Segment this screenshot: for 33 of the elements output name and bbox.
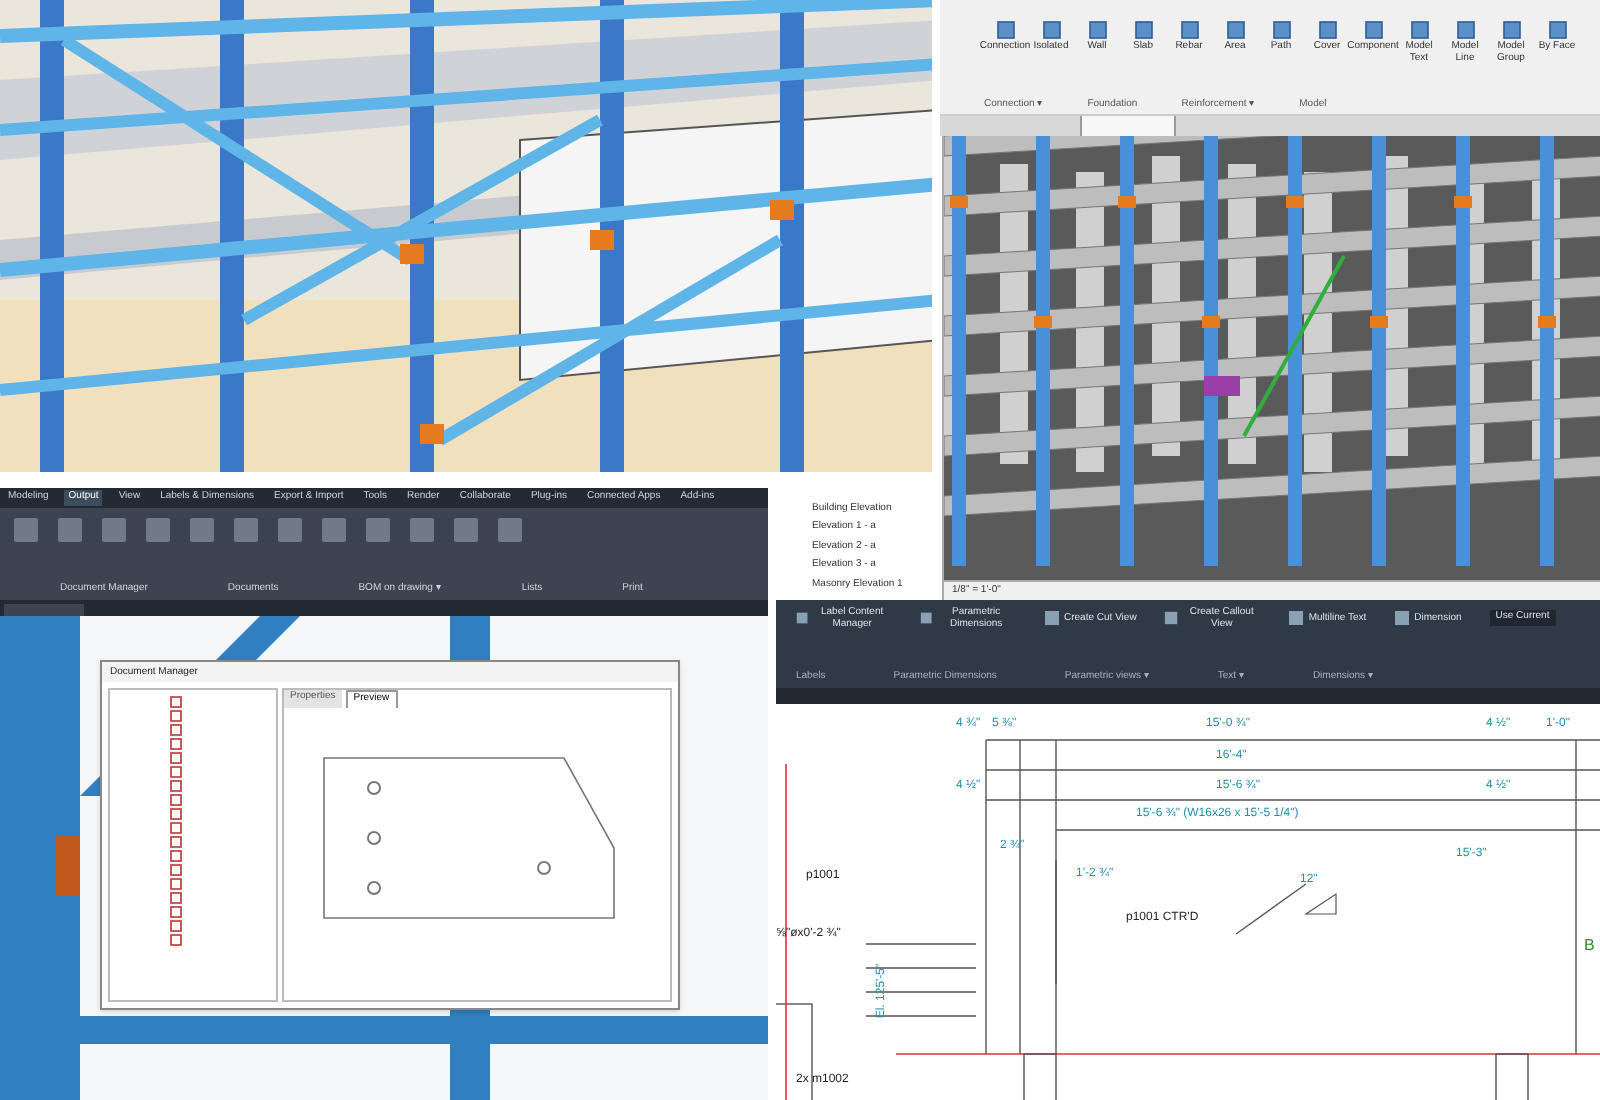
tool-icon (276, 516, 304, 544)
tool-icon (1547, 20, 1567, 40)
section-mark: B (1584, 936, 1595, 954)
tool-icon (1317, 20, 1337, 40)
tool-icon (144, 516, 172, 544)
tool-icon (12, 516, 40, 544)
tool-icon (1394, 610, 1411, 626)
tool-icon (1164, 610, 1179, 626)
tool-icon (408, 516, 436, 544)
tool-icon (496, 516, 524, 544)
tool-icon (1087, 20, 1107, 40)
tool-icon (1271, 20, 1291, 40)
tool-icon (1363, 20, 1383, 40)
tool-icon (1501, 20, 1521, 40)
tool-icon (56, 516, 84, 544)
tool-icon (364, 516, 392, 544)
tool-icon (796, 610, 809, 626)
tool-icon (995, 20, 1015, 40)
tool-icon (1041, 20, 1061, 40)
tool-icon (1409, 20, 1429, 40)
tool-icon (1133, 20, 1153, 40)
tool-icon (452, 516, 480, 544)
tool-icon (188, 516, 216, 544)
tool-icon (320, 516, 348, 544)
tool-icon (1288, 610, 1305, 626)
view-tab[interactable] (1080, 116, 1176, 136)
tool-icon (920, 610, 933, 626)
tool-icon (232, 516, 260, 544)
tool-icon (100, 516, 128, 544)
tool-icon (1455, 20, 1475, 40)
tool-icon (1179, 20, 1199, 40)
tool-icon (1044, 610, 1060, 626)
tool-icon (1225, 20, 1245, 40)
